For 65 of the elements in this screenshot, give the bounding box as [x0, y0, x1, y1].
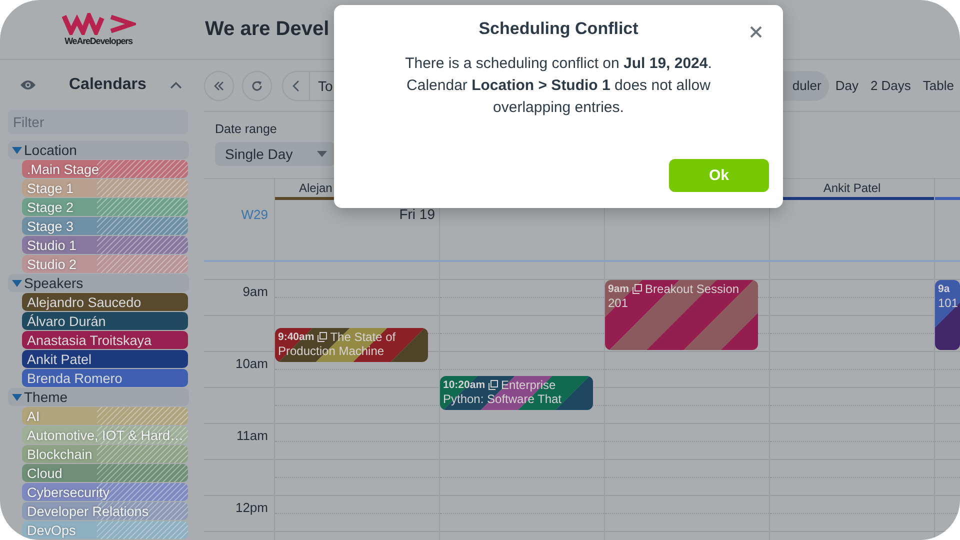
event-title: Breakout Session — [645, 282, 740, 296]
calendar-item[interactable]: Cloud — [22, 464, 188, 482]
calendar-item[interactable]: Álvaro Durán — [22, 312, 188, 330]
calendar-item[interactable]: AI — [22, 407, 188, 425]
time-label: 12pm — [234, 499, 269, 515]
calendar-item[interactable]: Studio 2 — [22, 255, 188, 273]
filter-field[interactable]: Filter — [8, 110, 188, 134]
dialog-title: Scheduling Conflict — [478, 19, 638, 38]
copy-icon — [632, 284, 642, 294]
logo-icon — [62, 13, 136, 35]
time-label: 10am — [234, 355, 269, 371]
close-icon — [749, 25, 763, 39]
dialog-message: There is a scheduling conflict on Jul 19, 2024. — [404, 54, 713, 74]
calendar-item[interactable]: Alejandro Saucedo — [22, 293, 188, 311]
calendar-item[interactable]: Cybersecurity — [22, 483, 188, 501]
view-tab[interactable]: Day — [829, 70, 864, 100]
calendar-item[interactable]: Stage 2 — [22, 198, 188, 216]
caret-down-icon — [317, 151, 327, 157]
group-label: Theme — [24, 389, 68, 405]
event-title: 201 — [608, 296, 630, 310]
refresh-icon — [251, 80, 263, 92]
event-title: 101 — [938, 296, 957, 310]
event-time: 9a — [938, 282, 950, 296]
field-label: Date range — [215, 122, 278, 136]
view-tab[interactable]: 2 Days — [864, 70, 917, 100]
calendar-item[interactable]: Anastasia Troitskaya — [22, 331, 188, 349]
calendar-item[interactable]: Studio 1 — [22, 236, 188, 254]
refresh-button[interactable] — [242, 70, 272, 100]
logo-text: WeAreDevelopers — [64, 36, 132, 46]
day-label: Fri 19 — [399, 206, 435, 222]
group-label: Speakers — [24, 275, 84, 291]
date-range-select[interactable]: Single Day — [215, 142, 335, 166]
calendar-event[interactable]: 9am Breakout Session 201 — [605, 280, 758, 350]
calendar-group[interactable]: Theme — [8, 388, 189, 406]
calendar-item[interactable]: Blockchain — [22, 445, 188, 463]
calendar-item[interactable]: Developer Relations — [22, 502, 188, 520]
view-tab[interactable]: Table — [916, 70, 960, 100]
event-time: 10:20am — [443, 378, 486, 392]
calendar-group[interactable]: Speakers — [8, 274, 189, 292]
column-header: Alejan — [298, 180, 334, 195]
calendar-item[interactable]: Ankit Patel — [22, 350, 188, 368]
calendar-group[interactable]: Location — [8, 141, 189, 159]
sidebar-title: Calendars — [69, 76, 148, 94]
event-time: 9:40am — [278, 330, 314, 344]
page-title: We are Devel — [205, 18, 330, 41]
double-chevron-left-icon — [213, 80, 225, 92]
chevron-left-icon — [292, 80, 300, 92]
calendar-event[interactable]: 9a 101 — [935, 280, 960, 350]
copy-icon — [488, 380, 498, 390]
calendar-item[interactable]: Stage 3 — [22, 217, 188, 235]
chevron-up-icon[interactable] — [170, 81, 182, 89]
dialog-message: Calendar Location > Studio 1 does not allow overlapping entries. — [406, 76, 712, 118]
select-value: Single Day — [225, 146, 293, 162]
eye-icon[interactable] — [20, 79, 36, 91]
calendar-item[interactable]: Brenda Romero — [22, 369, 188, 387]
copy-icon — [317, 332, 328, 342]
event-time: 9am — [608, 282, 630, 296]
column-header: Ankit Patel — [822, 180, 882, 195]
calendar-item[interactable]: Stage 1 — [22, 179, 188, 197]
group-label: Location — [24, 142, 77, 158]
time-label: 11am — [235, 427, 269, 443]
week-number[interactable]: W29 — [241, 207, 268, 222]
calendar-item[interactable]: .Main Stage — [22, 160, 188, 178]
time-label: 9am — [242, 283, 269, 299]
first-button[interactable] — [204, 70, 234, 100]
